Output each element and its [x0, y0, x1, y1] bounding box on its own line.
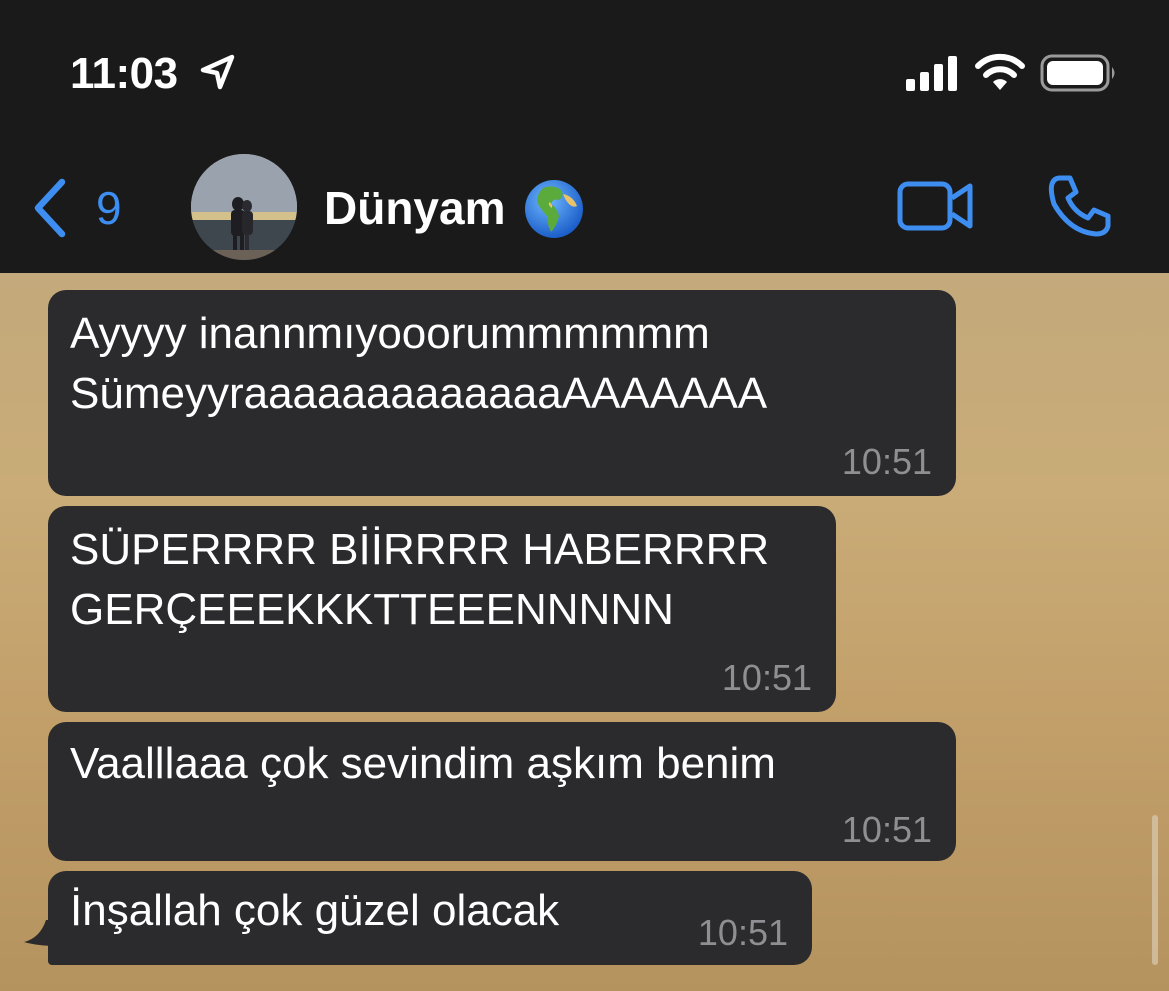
message-time: 10:51 [841, 441, 932, 482]
wifi-icon [975, 53, 1025, 90]
status-bar: 11:03 [0, 0, 1169, 140]
status-time: 11:03 [70, 49, 178, 98]
contact-avatar[interactable] [191, 154, 297, 260]
message-bubble[interactable]: SÜPERRRR BİİRRRR HABERRRR GERÇEEEKKKTTEE… [48, 506, 836, 712]
message-text: SÜPERRRR BİİRRRR HABERRRR GERÇEEEKKKTTEE… [70, 525, 770, 634]
message-bubble[interactable]: Vaalllaaa çok sevindim aşkım benim 10:51 [48, 722, 956, 861]
signal-icon [906, 56, 957, 91]
message-time: 10:51 [721, 657, 812, 698]
globe-emoji-icon [525, 180, 583, 238]
message-text: Vaalllaaa çok sevindim aşkım benim [70, 739, 776, 788]
message-time: 10:51 [697, 912, 788, 953]
message-time: 10:51 [841, 809, 932, 850]
scrollbar[interactable] [1152, 815, 1158, 965]
chat-screen: 11:03 9 Dünyam Ayyyy inannmıyooorummmmmm… [0, 0, 1169, 991]
avatar-photo [191, 154, 297, 260]
message-text: Ayyyy inannmıyooorummmmmm Sümeyyraaaaaaa… [70, 309, 768, 418]
back-button[interactable]: 9 [24, 172, 139, 242]
contact-name[interactable]: Dünyam [324, 178, 505, 238]
message-bubble[interactable]: İnşallah çok güzel olacak 10:51 [48, 871, 812, 965]
location-arrow-icon [200, 54, 235, 90]
phone-call-icon[interactable] [1046, 174, 1112, 238]
video-call-icon[interactable] [896, 178, 976, 234]
message-bubble[interactable]: Ayyyy inannmıyooorummmmmm Sümeyyraaaaaaa… [48, 290, 956, 496]
battery-icon [1040, 54, 1115, 92]
back-chevron-icon [34, 178, 66, 238]
message-text: İnşallah çok güzel olacak [70, 886, 560, 935]
unread-count: 9 [96, 182, 122, 234]
